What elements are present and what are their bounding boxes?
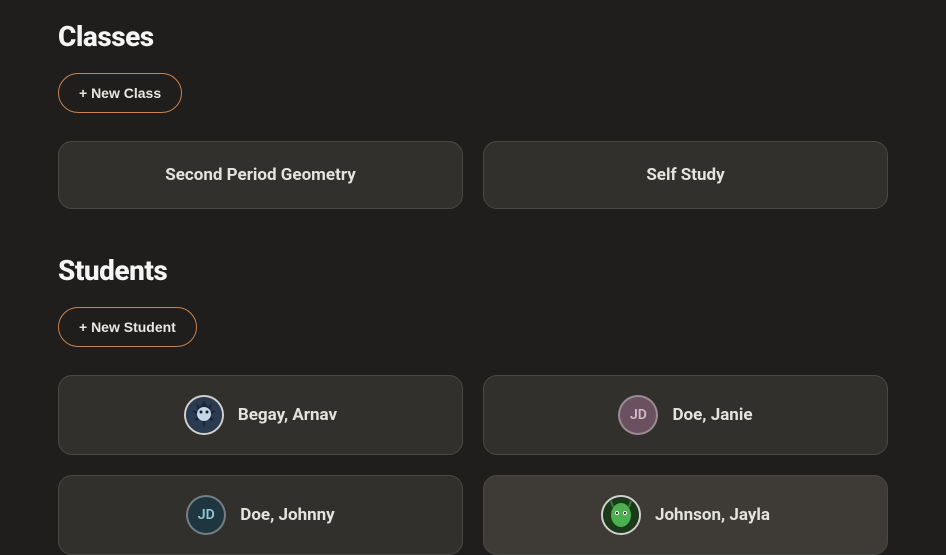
avatar-character-icon (603, 497, 639, 533)
student-card[interactable]: Johnson, Jayla (483, 475, 888, 555)
new-student-button[interactable]: + New Student (58, 307, 197, 347)
avatar-character-icon (186, 397, 222, 433)
students-section: Students + New Student Begay, Arnav JD D… (58, 254, 888, 555)
students-title: Students (58, 254, 888, 287)
avatar-initials: JD (630, 407, 647, 423)
avatar (184, 395, 224, 435)
avatar: JD (186, 495, 226, 535)
students-grid: Begay, Arnav JD Doe, Janie JD Doe, Johnn… (58, 375, 888, 555)
class-label: Second Period Geometry (165, 165, 356, 185)
avatar (601, 495, 641, 535)
classes-grid: Second Period Geometry Self Study (58, 141, 888, 209)
student-card[interactable]: JD Doe, Johnny (58, 475, 463, 555)
student-name: Johnson, Jayla (655, 505, 770, 525)
student-card[interactable]: Begay, Arnav (58, 375, 463, 455)
class-label: Self Study (646, 165, 724, 185)
avatar: JD (618, 395, 658, 435)
classes-title: Classes (58, 20, 888, 53)
student-name: Begay, Arnav (238, 405, 337, 425)
avatar-initials: JD (198, 507, 215, 523)
class-card[interactable]: Self Study (483, 141, 888, 209)
class-card[interactable]: Second Period Geometry (58, 141, 463, 209)
classes-section: Classes + New Class Second Period Geomet… (58, 20, 888, 209)
new-class-button[interactable]: + New Class (58, 73, 182, 113)
student-name: Doe, Janie (672, 405, 752, 425)
student-name: Doe, Johnny (240, 505, 334, 525)
student-card[interactable]: JD Doe, Janie (483, 375, 888, 455)
